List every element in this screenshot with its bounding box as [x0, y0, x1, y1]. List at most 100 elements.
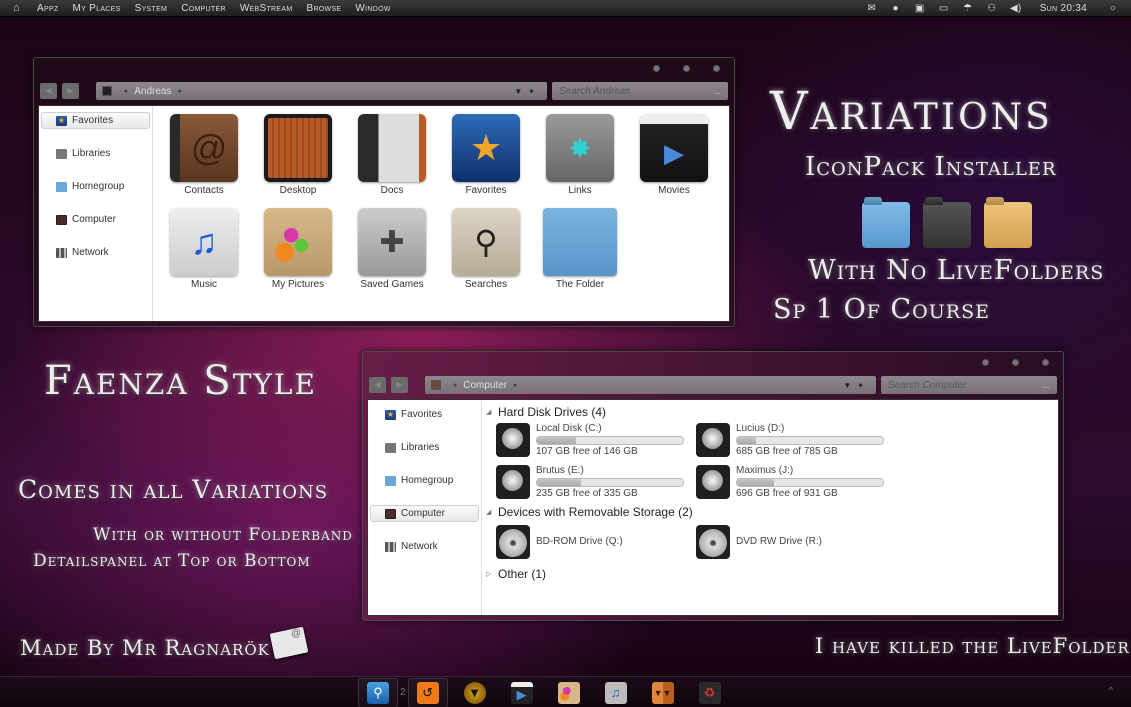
search-icon[interactable]: ○	[1107, 3, 1119, 14]
dock-item[interactable]: ↺	[407, 677, 448, 707]
menu-browse[interactable]: Browse	[306, 3, 341, 14]
search-input[interactable]: Search Computer ...	[881, 376, 1057, 394]
sidebar-item-network[interactable]: Network	[370, 538, 479, 555]
minimize-button[interactable]	[653, 65, 660, 72]
folder-item[interactable]: My Pictures	[251, 208, 345, 290]
search-more-icon[interactable]: ...	[1043, 381, 1050, 390]
dock-item[interactable]	[549, 678, 589, 707]
sidebar-item-libraries[interactable]: Libraries	[370, 439, 479, 456]
close-button[interactable]	[713, 65, 720, 72]
address-dropdown-icon[interactable]: ▼✦	[843, 381, 870, 390]
address-bar[interactable]: ● Computer ● ▼✦	[425, 376, 876, 394]
computer-icon	[385, 508, 396, 519]
search-input[interactable]: Search Andreas ...	[552, 82, 728, 100]
optical-drive-icon	[696, 525, 730, 559]
back-button[interactable]: ◀	[40, 83, 57, 99]
group-header-other[interactable]: ▷ Other (1)	[486, 566, 1058, 582]
collapse-icon[interactable]: ◢	[486, 408, 492, 416]
dock-item[interactable]: ▼	[455, 678, 495, 707]
promo-subtitle: IconPack Installer	[805, 152, 1057, 182]
clock[interactable]: Sun 20:34	[1040, 3, 1087, 14]
system-tray: ✉ ● ▣ ▭ ☂ ⚇ ◀) Sun 20:34 ○	[866, 3, 1131, 14]
folder-item[interactable]: ★ Favorites	[439, 114, 533, 196]
expand-icon[interactable]: ▷	[486, 570, 492, 578]
sidebar-item-libraries[interactable]: Libraries	[41, 145, 150, 162]
folder-item[interactable]: ♫ Music	[157, 208, 251, 290]
folder-item[interactable]: Desktop	[251, 114, 345, 196]
tray-expand-arrow[interactable]: ^	[1109, 685, 1113, 695]
address-text: Andreas	[134, 85, 172, 97]
group-header-removable[interactable]: ◢ Devices with Removable Storage (2)	[486, 504, 1058, 520]
folder-item[interactable]: ✚ Saved Games	[345, 208, 439, 290]
dock-item[interactable]: ♫	[596, 678, 636, 707]
tan-folder-icon	[984, 202, 1032, 248]
dock-item[interactable]: ⚲	[358, 677, 398, 707]
menu-my-places[interactable]: My Places	[72, 3, 120, 14]
window-controls	[653, 65, 720, 72]
itunes-icon: ♫	[604, 681, 627, 704]
drive-item[interactable]: BD-ROM Drive (Q:)	[496, 524, 696, 560]
lock-icon[interactable]: ▣	[914, 3, 926, 14]
menu-system[interactable]: System	[135, 3, 168, 14]
weather-icon[interactable]: ☂	[962, 3, 974, 14]
menu-webstream[interactable]: WebStream	[240, 3, 293, 14]
folder-item[interactable]: ⚲ Searches	[439, 208, 533, 290]
made-by-credit: Made By Mr Ragnarök	[20, 636, 270, 660]
sidebar-item-computer[interactable]: Computer	[41, 211, 150, 228]
folder-item[interactable]: ✸ Links	[533, 114, 627, 196]
drive-item[interactable]: Brutus (E:) 235 GB free of 335 GB	[496, 464, 696, 500]
sidebar-item-network[interactable]: Network	[41, 244, 150, 261]
sidebar-item-computer[interactable]: Computer	[370, 505, 479, 522]
forward-button[interactable]: ▶	[62, 83, 79, 99]
window-toolbar: ◀ ▶ ● Andreas ● ▼✦ Search Andreas ...	[40, 82, 728, 100]
collapse-icon[interactable]: ◢	[486, 508, 492, 516]
address-bar[interactable]: ● Andreas ● ▼✦	[96, 82, 547, 100]
network-icon	[385, 541, 396, 552]
volume-icon[interactable]: ◀)	[1010, 3, 1022, 14]
folder-item[interactable]: ▶ Movies	[627, 114, 721, 196]
monitor-icon[interactable]: ▭	[938, 3, 950, 14]
minimize-button[interactable]	[982, 359, 989, 366]
magnifier-icon: ⚲	[452, 208, 520, 276]
drive-item[interactable]: DVD RW Drive (R:)	[696, 524, 896, 560]
folder-item[interactable]: Docs	[345, 114, 439, 196]
window-toolbar: ◀ ▶ ● Computer ● ▼✦ Search Computer ...	[369, 376, 1057, 394]
library-icon	[56, 148, 67, 159]
chat-icon[interactable]: ●	[890, 3, 902, 14]
optical-drive-icon	[496, 525, 530, 559]
menu-window[interactable]: Window	[355, 3, 390, 14]
folder-item[interactable]: The Folder	[533, 208, 627, 290]
dock-item[interactable]: ♻	[690, 678, 730, 707]
search-more-icon[interactable]: ...	[714, 87, 721, 96]
menu-computer[interactable]: Computer	[181, 3, 226, 14]
forward-button[interactable]: ▶	[391, 377, 408, 393]
address-dropdown-icon[interactable]: ▼✦	[514, 87, 541, 96]
faenza-style-title: Faenza Style	[44, 358, 317, 404]
sidebar-item-favorites[interactable]: ★ Favorites	[370, 406, 479, 423]
disk-usage-bar	[736, 477, 884, 487]
drive-item[interactable]: Maximus (J:) 696 GB free of 931 GB	[696, 464, 896, 500]
dock-item[interactable]: ▶	[502, 678, 542, 707]
maximize-button[interactable]	[1012, 359, 1019, 366]
comes-in-all-variations: Comes in all Variations	[18, 475, 329, 504]
dock-item[interactable]: ▼▼	[643, 678, 683, 707]
star-icon: ★	[56, 115, 67, 126]
sidebar-item-favorites[interactable]: ★ Favorites	[41, 112, 150, 129]
group-header-hdd[interactable]: ◢ Hard Disk Drives (4)	[486, 404, 1058, 420]
favorites-star-icon: ★	[452, 114, 520, 182]
users-icon[interactable]: ⚇	[986, 3, 998, 14]
folder-item[interactable]: @ Contacts	[157, 114, 251, 196]
mail-icon[interactable]: ✉	[866, 3, 878, 14]
sidebar-item-homegroup[interactable]: Homegroup	[41, 178, 150, 195]
batman-app-icon: ▼	[463, 681, 486, 704]
drive-item[interactable]: Lucius (D:) 685 GB free of 785 GB	[696, 422, 896, 458]
music-icon: ♫	[170, 208, 238, 276]
sidebar-item-homegroup[interactable]: Homegroup	[370, 472, 479, 489]
close-button[interactable]	[1042, 359, 1049, 366]
undo-app-icon: ↺	[416, 681, 439, 704]
drive-item[interactable]: Local Disk (C:) 107 GB free of 146 GB	[496, 422, 696, 458]
home-icon[interactable]: ⌂	[13, 2, 27, 14]
back-button[interactable]: ◀	[369, 377, 386, 393]
maximize-button[interactable]	[683, 65, 690, 72]
menu-appz[interactable]: Appz	[37, 3, 58, 14]
